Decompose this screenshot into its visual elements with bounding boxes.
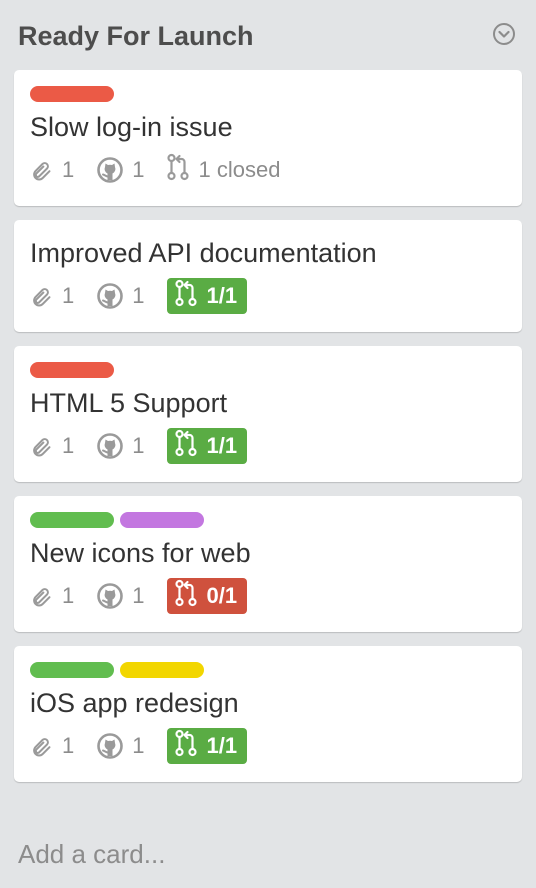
github-icon [96,732,124,760]
card-label [30,512,114,528]
github-badge: 1 [96,582,145,610]
card-labels [30,662,506,678]
list-header: Ready For Launch [18,14,522,58]
github-count: 1 [132,583,145,608]
pull-request-icon [166,153,189,187]
github-badge: 1 [96,156,145,184]
attachment-badge: 1 [30,284,74,308]
github-badge: 1 [96,282,145,310]
pull-request-icon [174,429,197,463]
card-label [30,362,114,378]
card-labels [30,512,506,528]
github-icon [96,156,124,184]
paperclip-icon [30,434,54,458]
pull-request-icon [174,279,197,313]
attachment-count: 1 [62,433,75,458]
paperclip-icon [30,734,54,758]
card-badges: 1 1 [30,728,506,782]
list: Ready For Launch Slow log-in issue 1 1 1… [0,0,536,888]
card-label [120,512,204,528]
pull-request-status: 1/1 [206,733,238,758]
pull-request-status: 0/1 [206,583,238,608]
card-title: Improved API documentation [30,238,377,268]
card-labels [30,362,506,378]
list-title[interactable]: Ready For Launch [18,14,522,58]
pull-request-icon [174,579,197,613]
card-2[interactable]: Improved API documentation 1 1 1/1 [14,220,522,332]
github-icon [96,582,124,610]
paperclip-icon [30,158,54,182]
attachment-badge: 1 [30,584,74,608]
attachment-count: 1 [62,583,75,608]
github-badge: 1 [96,432,145,460]
card-1[interactable]: Slow log-in issue 1 1 1 closed [14,70,522,206]
card-4[interactable]: New icons for web 1 1 0/1 [14,496,522,632]
card-badges: 1 1 [30,428,506,482]
card-label [30,662,114,678]
pull-request-badge: 1/1 [166,728,248,764]
card-label [120,662,204,678]
pull-request-icon [174,729,197,763]
card-title: New icons for web [30,538,251,568]
attachment-badge: 1 [30,734,74,758]
github-badge: 1 [96,732,145,760]
card-title: HTML 5 Support [30,388,228,418]
pull-request-badge: 1/1 [166,278,248,314]
pull-request-badge: 1/1 [166,428,248,464]
card-title: iOS app redesign [30,688,239,718]
pull-request-status: 1 closed [198,157,281,182]
card-title: Slow log-in issue [30,112,233,142]
card-3[interactable]: HTML 5 Support 1 1 1/1 [14,346,522,482]
attachment-count: 1 [62,733,75,758]
paperclip-icon [30,284,54,308]
card-badges: 1 1 [30,278,506,332]
github-count: 1 [132,283,145,308]
pull-request-badge: 1 closed [166,153,281,187]
pull-request-badge: 0/1 [166,578,248,614]
card-badges: 1 1 [30,578,506,632]
pull-request-status: 1/1 [206,283,238,308]
attachment-badge: 1 [30,434,74,458]
attachment-count: 1 [62,157,75,182]
card-5[interactable]: iOS app redesign 1 1 1/1 [14,646,522,782]
card-list: Slow log-in issue 1 1 1 closed Improved … [14,70,522,796]
card-badges: 1 1 [30,152,506,206]
github-icon [96,282,124,310]
pull-request-status: 1/1 [206,433,238,458]
github-count: 1 [132,157,145,182]
card-label [30,86,114,102]
card-labels [30,86,506,102]
attachment-count: 1 [62,283,75,308]
github-icon [96,432,124,460]
chevron-down-circle-icon[interactable] [492,22,516,46]
github-count: 1 [132,733,145,758]
attachment-badge: 1 [30,158,74,182]
add-card-link[interactable]: Add a card... [18,834,165,874]
github-count: 1 [132,433,145,458]
paperclip-icon [30,584,54,608]
